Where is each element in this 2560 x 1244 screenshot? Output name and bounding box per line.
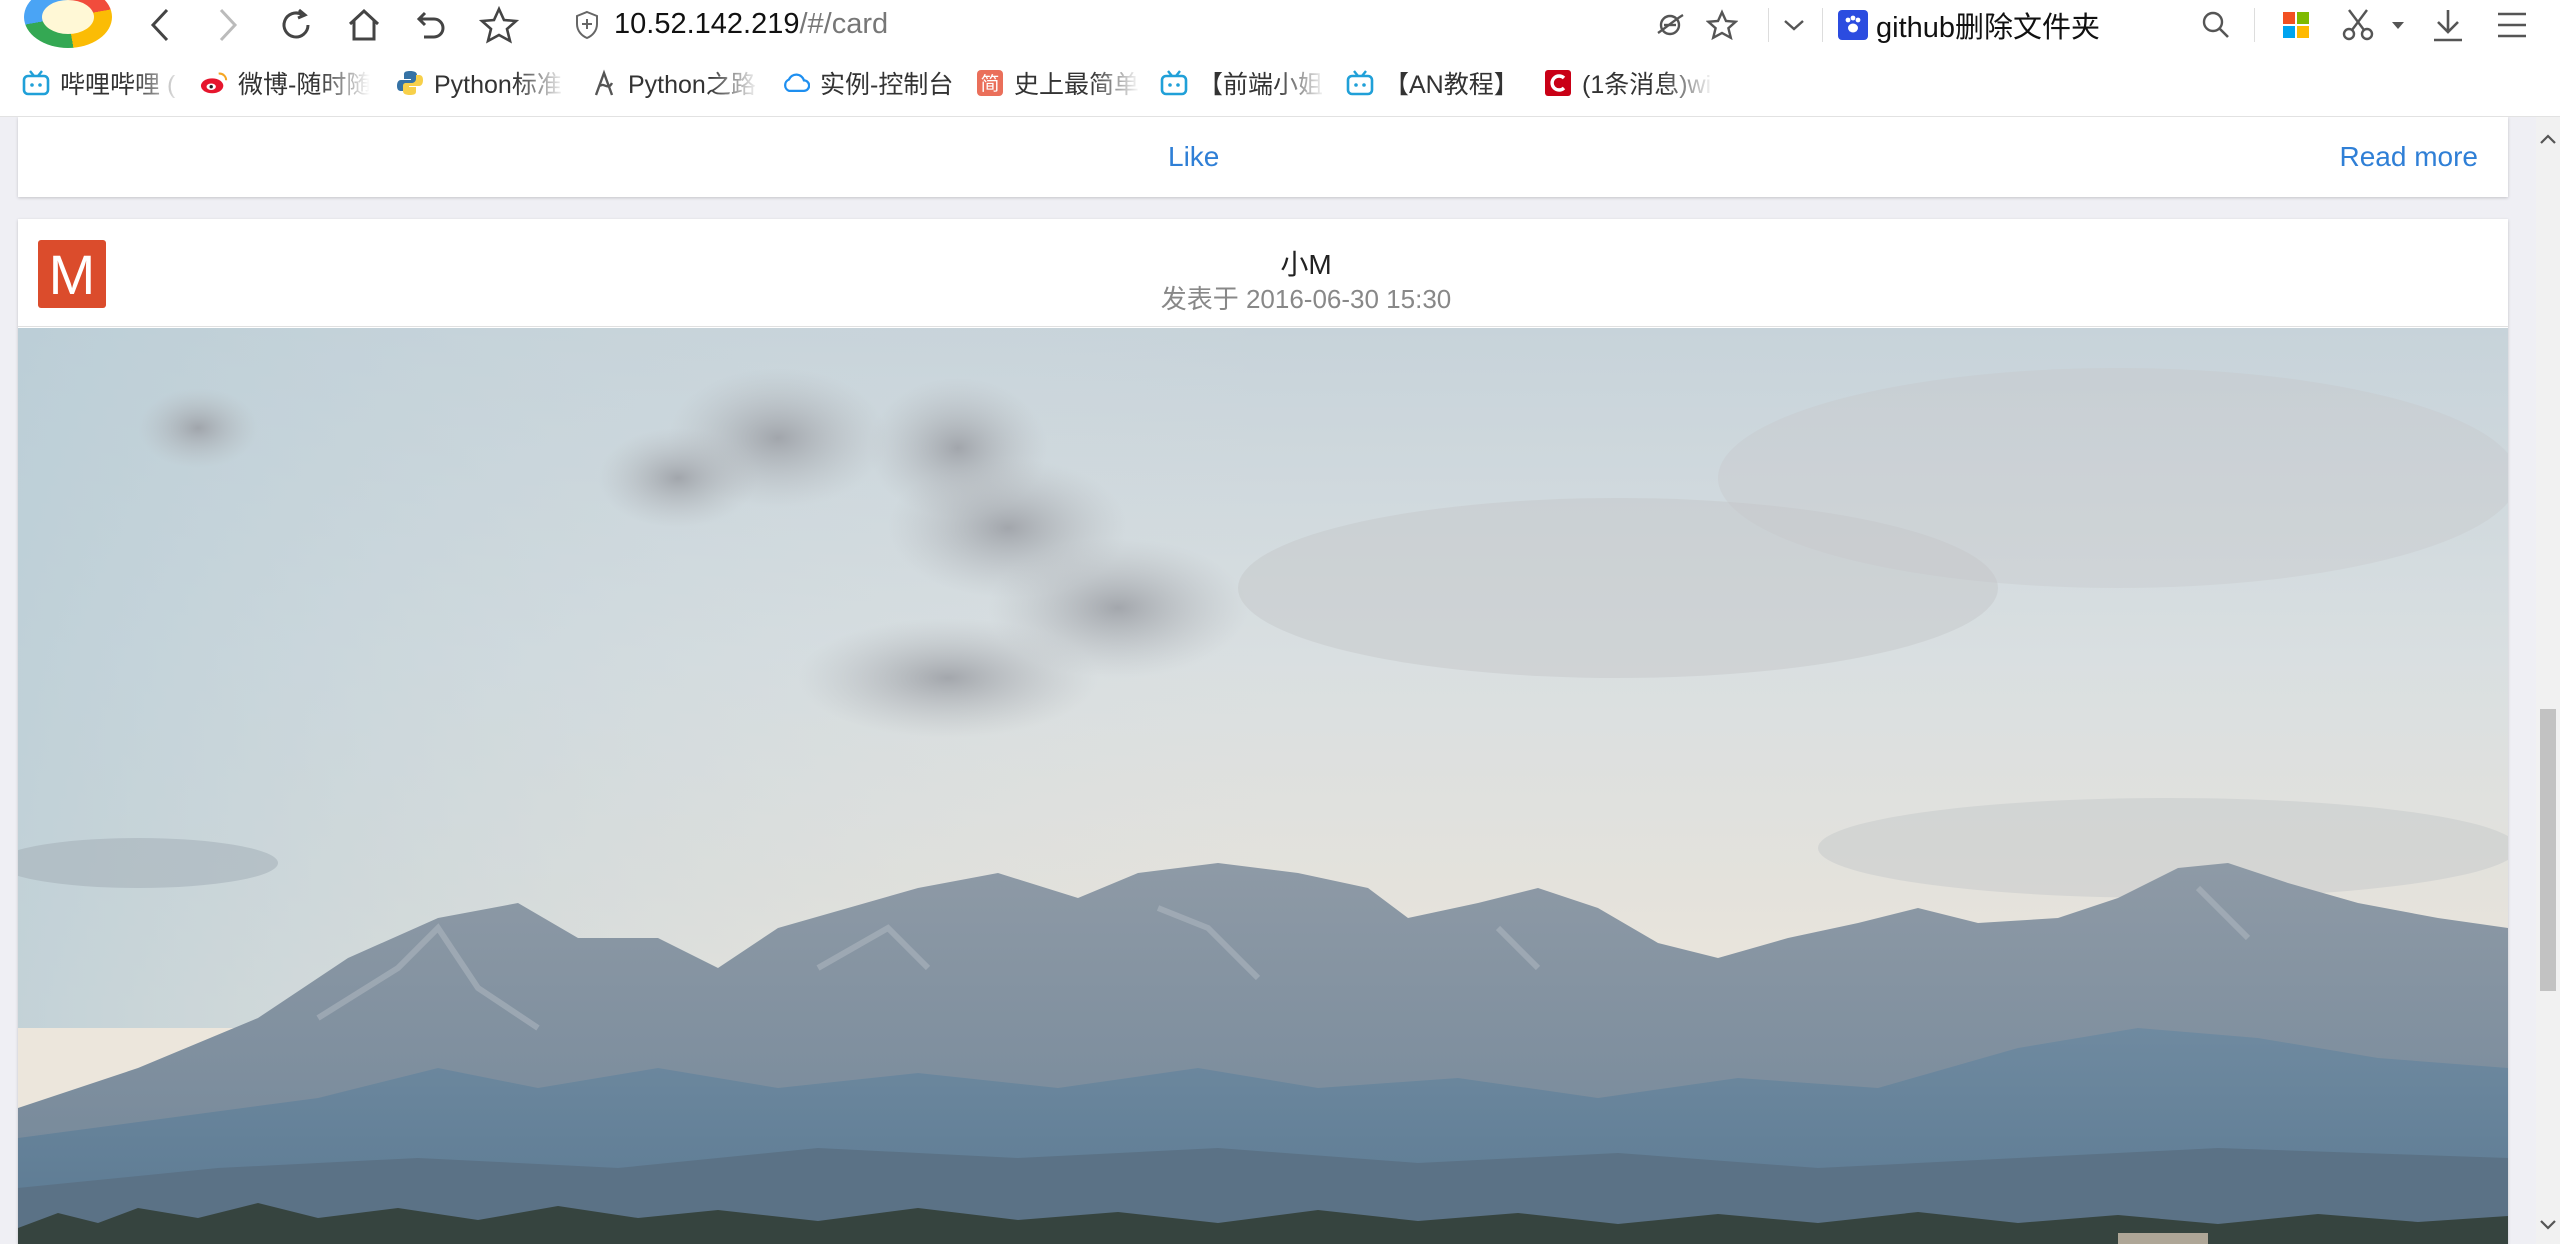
bookmark-label: 微博-随时随 [238,71,370,99]
bookmark-star-icon[interactable] [1704,0,1740,49]
bookmark-bilibili[interactable]: 哔哩哔哩 ( [22,49,182,117]
bookmark-frontend[interactable]: 【前端小姐 [1160,49,1326,117]
bookmark-label: Python之路 [628,71,756,99]
url-path: /#/card [799,8,889,40]
bookmark-python-std[interactable]: Python标准 [396,49,566,117]
forward-icon[interactable] [208,0,248,49]
bookmark-csdn[interactable]: (1条消息)wi [1544,49,1714,117]
url-host: 10.52.142.219 [614,8,800,40]
divider [2254,8,2255,42]
apps-icon[interactable] [2276,0,2316,49]
card-header: M 小M 发表于 2016-06-30 15:30 [18,219,2508,327]
csdn-icon [1544,69,1572,97]
search-box[interactable]: github删除文件夹 [1838,0,2228,49]
scroll-up-icon[interactable] [2536,127,2560,151]
bookmark-console[interactable]: 实例-控制台 [782,49,962,117]
svg-text:简: 简 [980,73,999,95]
weibo-icon [200,69,228,97]
search-query: github删除文件夹 [1876,11,2101,44]
vertical-scrollbar[interactable] [2536,117,2560,1244]
bookmarks-bar: 哔哩哔哩 ( 微博-随时随 Python标准 Python之路 实例-控制台 简… [0,49,2560,117]
bookmark-label: 实例-控制台 [820,71,954,99]
bookmark-weibo[interactable]: 微博-随时随 [200,49,370,117]
like-link[interactable]: Like [1168,117,1219,197]
cloud-icon [782,69,810,97]
home-icon[interactable] [344,0,384,49]
bookmark-python-road[interactable]: Python之路 [590,49,760,117]
bookmark-label: 【前端小姐 [1198,71,1324,99]
bilibili-icon [1346,69,1374,97]
scroll-thumb[interactable] [2540,709,2556,991]
scroll-down-icon[interactable] [2536,1213,2560,1237]
bookmark-label: 史上最简单 [1014,71,1140,99]
browser-toolbar: 10.52.142.219/#/card github删除文件夹 [0,0,2560,49]
scissors-icon[interactable] [2336,0,2380,49]
bookmark-an-tutorial[interactable]: 【AN教程】 [1346,49,1532,117]
previous-card-footer: Like Read more [18,117,2508,197]
post-date: 发表于 2016-06-30 15:30 [1160,284,1452,314]
browser-logo-icon [24,0,112,48]
bilibili-icon [22,69,50,97]
download-icon[interactable] [2426,0,2470,49]
back-icon[interactable] [140,0,180,49]
ie-compat-icon[interactable] [1652,0,1688,49]
bookmark-label: Python标准 [434,71,562,99]
bookmark-label: 哔哩哔哩 ( [60,71,176,99]
bookmark-label: 【AN教程】 [1384,71,1519,99]
menu-icon[interactable] [2490,0,2534,49]
pen-icon [590,69,618,97]
divider [1768,8,1769,42]
card-image [18,328,2508,1244]
search-icon[interactable] [2196,0,2236,49]
post-card: M 小M 发表于 2016-06-30 15:30 [18,219,2508,1244]
bookmark-label: (1条消息)wi [1582,71,1712,99]
python-icon [396,69,424,97]
author-name: 小M [1280,249,1332,280]
read-more-link[interactable]: Read more [2339,117,2478,197]
jian-icon: 简 [976,69,1004,97]
page-content: Like Read more M 小M 发表于 2016-06-30 15:30 [0,117,2536,1244]
scissors-dropdown-icon[interactable] [2386,0,2410,49]
star-icon[interactable] [478,0,520,49]
bookmark-jianshu[interactable]: 简 史上最简单 [976,49,1140,117]
address-bar[interactable]: 10.52.142.219/#/card [614,0,888,49]
reload-icon[interactable] [276,0,316,49]
divider [1822,8,1823,42]
dropdown-icon[interactable] [1774,0,1814,49]
bilibili-icon [1160,69,1188,97]
undo-icon[interactable] [410,0,450,49]
shield-icon [572,0,602,49]
paw-icon [1838,9,1868,40]
